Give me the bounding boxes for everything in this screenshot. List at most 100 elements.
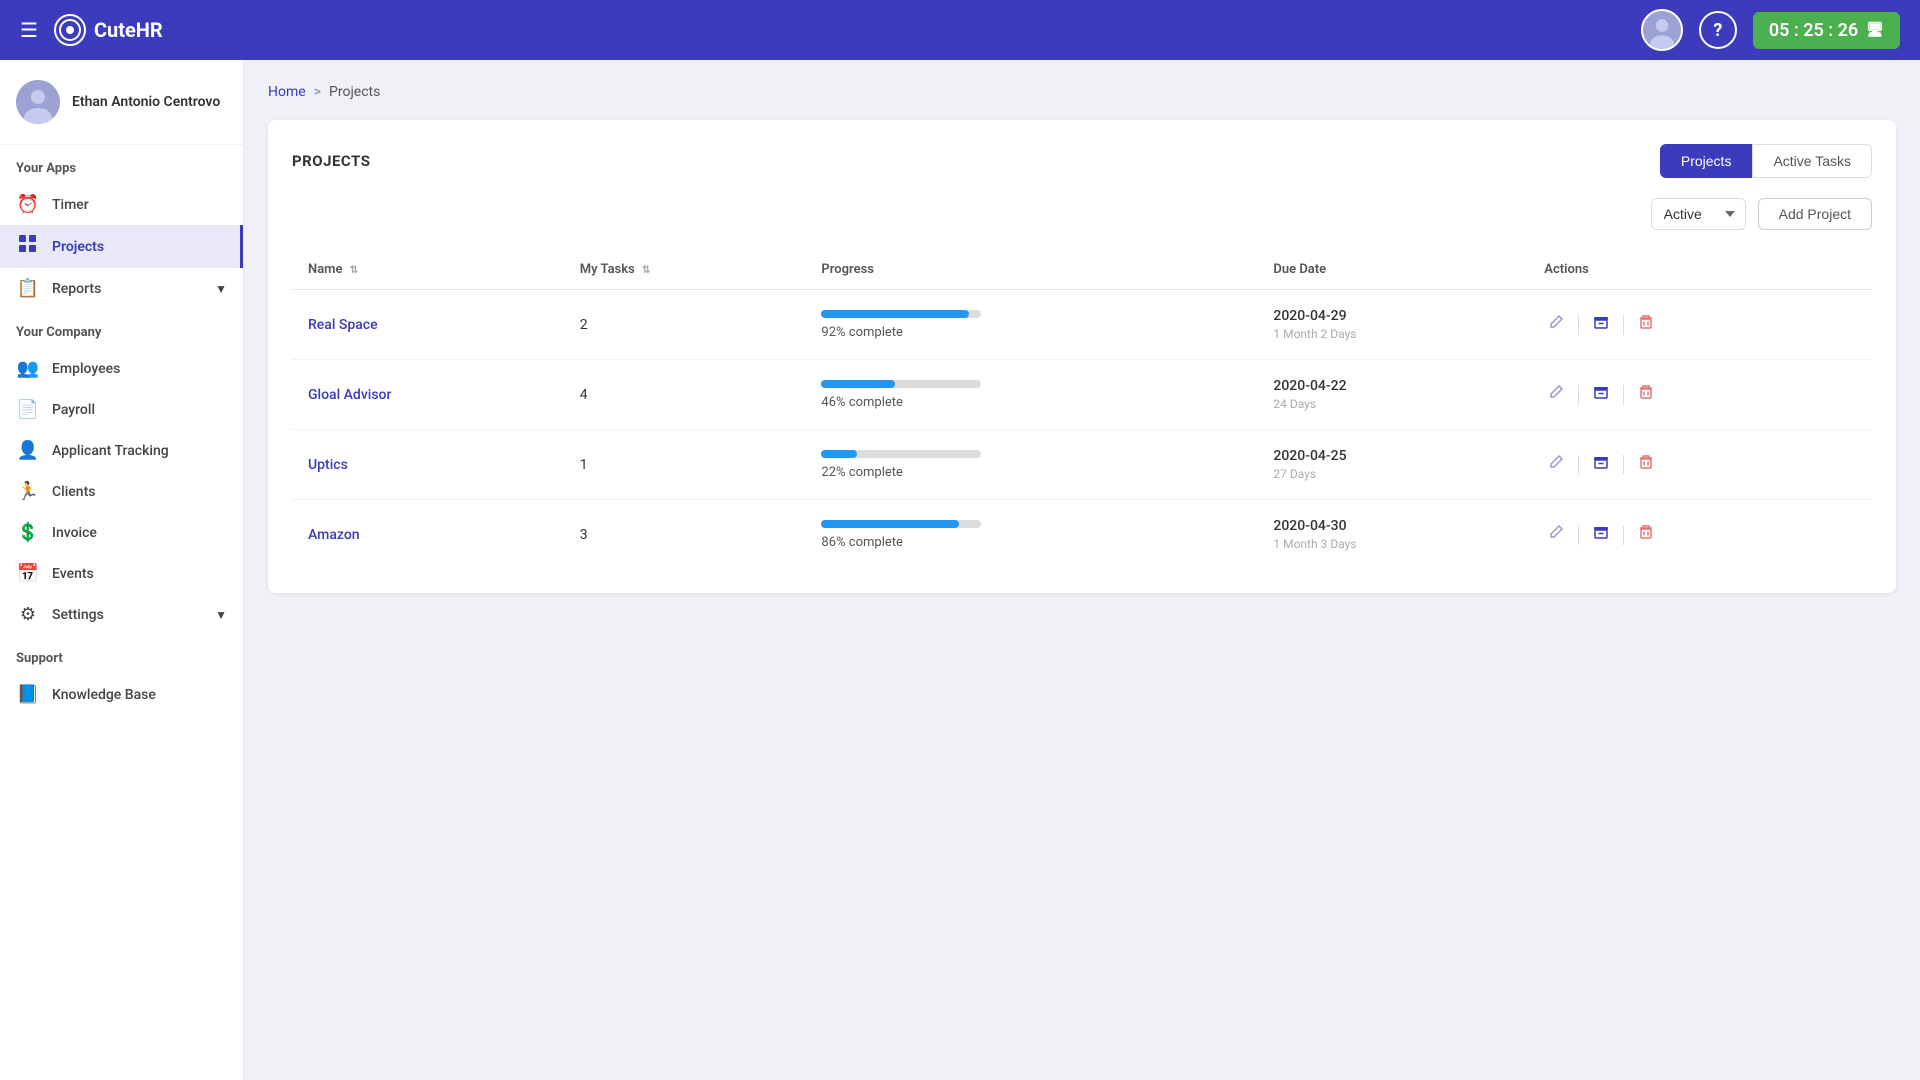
sidebar-clients-label: Clients — [52, 484, 95, 500]
progress-bar-bg — [821, 520, 981, 528]
edit-button[interactable] — [1544, 380, 1568, 409]
card-header: PROJECTS Projects Active Tasks — [292, 144, 1872, 178]
sidebar-settings-label: Settings — [52, 607, 104, 623]
project-name-cell: Real Space — [292, 290, 564, 360]
archive-button[interactable] — [1589, 380, 1613, 409]
progress-cell: 46% complete — [805, 360, 1257, 430]
sidebar-item-clients[interactable]: 🏃 Clients — [0, 471, 243, 512]
delete-button[interactable] — [1634, 520, 1658, 549]
reports-icon: 📋 — [16, 278, 40, 299]
table-row: Amazon3 86% complete 2020-04-30 1 Month … — [292, 500, 1872, 570]
table-row: Gloal Advisor 4 46% complete 2020-04-22 2… — [292, 360, 1872, 430]
logo-text: CuteHR — [94, 18, 163, 42]
archive-button[interactable] — [1589, 520, 1613, 549]
sidebar-item-applicant-tracking[interactable]: 👤 Applicant Tracking — [0, 430, 243, 471]
progress-label: 86% complete — [821, 535, 902, 550]
timer-badge: 05 : 25 : 26 🖥 — [1753, 12, 1900, 49]
knowledge-base-icon: 📘 — [16, 684, 40, 705]
sidebar-item-projects[interactable]: Projects — [0, 225, 243, 268]
project-link-gloal-advisor[interactable]: Gloal Advisor — [308, 387, 391, 403]
progress-bar-fill — [821, 450, 856, 458]
tab-buttons: Projects Active Tasks — [1660, 144, 1872, 178]
tasks-sort-icon[interactable]: ⇅ — [642, 265, 650, 276]
actions-wrap — [1544, 380, 1856, 409]
action-divider — [1578, 385, 1579, 405]
edit-button[interactable] — [1544, 520, 1568, 549]
project-link-real-space[interactable]: Real Space — [308, 317, 378, 333]
sidebar-item-employees[interactable]: 👥 Employees — [0, 348, 243, 389]
sidebar-item-knowledge-base[interactable]: 📘 Knowledge Base — [0, 674, 243, 715]
my-tasks-cell: 3 — [564, 500, 806, 570]
sidebar-employees-label: Employees — [52, 361, 120, 377]
breadcrumb: Home > Projects — [268, 84, 1896, 100]
actions-wrap — [1544, 310, 1856, 339]
applicant-tracking-icon: 👤 — [16, 440, 40, 461]
actions-wrap — [1544, 450, 1856, 479]
progress-bar-fill — [821, 380, 895, 388]
col-header-actions: Actions — [1528, 250, 1872, 290]
tab-active-tasks[interactable]: Active Tasks — [1752, 144, 1872, 178]
sidebar: Ethan Antonio Centrovo Your Apps ⏰ Timer… — [0, 60, 244, 1080]
projects-title: PROJECTS — [292, 152, 370, 170]
main-content: Home > Projects PROJECTS Projects Active… — [244, 60, 1920, 1080]
delete-button[interactable] — [1634, 450, 1658, 479]
edit-button[interactable] — [1544, 450, 1568, 479]
progress-cell: 22% complete — [805, 430, 1257, 500]
clients-icon: 🏃 — [16, 481, 40, 502]
actions-cell — [1528, 430, 1872, 500]
progress-wrap: 92% complete — [821, 310, 1241, 340]
progress-wrap: 86% complete — [821, 520, 1241, 550]
edit-button[interactable] — [1544, 310, 1568, 339]
progress-label: 22% complete — [821, 465, 902, 480]
archive-button[interactable] — [1589, 310, 1613, 339]
delete-button[interactable] — [1634, 380, 1658, 409]
sidebar-item-events[interactable]: 📅 Events — [0, 553, 243, 594]
due-date-sub: 1 Month 2 Days — [1273, 327, 1512, 341]
sidebar-projects-label: Projects — [52, 239, 104, 255]
delete-button[interactable] — [1634, 310, 1658, 339]
sidebar-item-invoice[interactable]: 💲 Invoice — [0, 512, 243, 553]
due-date-sub: 1 Month 3 Days — [1273, 537, 1512, 551]
breadcrumb-home[interactable]: Home — [268, 84, 306, 100]
payroll-icon: 📄 — [16, 399, 40, 420]
help-icon[interactable]: ? — [1699, 11, 1737, 49]
col-header-name: Name ⇅ — [292, 250, 564, 290]
action-divider — [1623, 455, 1624, 475]
progress-bar-fill — [821, 520, 959, 528]
progress-bar-bg — [821, 310, 981, 318]
logo-icon — [54, 14, 86, 46]
my-tasks-cell: 4 — [564, 360, 806, 430]
due-date-cell: 2020-04-22 24 Days — [1257, 360, 1528, 430]
hamburger-icon[interactable]: ☰ — [20, 18, 38, 42]
due-date-main: 2020-04-22 — [1273, 378, 1512, 394]
user-name: Ethan Antonio Centrovo — [72, 94, 220, 110]
project-link-uptics[interactable]: Uptics — [308, 457, 348, 473]
sidebar-payroll-label: Payroll — [52, 402, 95, 418]
due-date-cell: 2020-04-29 1 Month 2 Days — [1257, 290, 1528, 360]
sidebar-item-timer[interactable]: ⏰ Timer — [0, 184, 243, 225]
status-filter[interactable]: Active Inactive All — [1651, 198, 1746, 230]
tab-projects[interactable]: Projects — [1660, 144, 1753, 178]
project-name-cell: Gloal Advisor — [292, 360, 564, 430]
due-date-main: 2020-04-25 — [1273, 448, 1512, 464]
name-sort-icon[interactable]: ⇅ — [350, 265, 358, 276]
sidebar-timer-label: Timer — [52, 197, 89, 213]
sidebar-item-reports[interactable]: 📋 Reports ▼ — [0, 268, 243, 309]
logo-area: CuteHR — [54, 14, 163, 46]
my-tasks-cell: 1 — [564, 430, 806, 500]
action-divider — [1578, 315, 1579, 335]
sidebar-applicant-label: Applicant Tracking — [52, 443, 169, 459]
user-avatar-topnav[interactable] — [1641, 9, 1683, 51]
project-link-amazon[interactable]: Amazon — [308, 527, 360, 543]
invoice-icon: 💲 — [16, 522, 40, 543]
action-divider — [1623, 525, 1624, 545]
sidebar-item-payroll[interactable]: 📄 Payroll — [0, 389, 243, 430]
actions-wrap — [1544, 520, 1856, 549]
toolbar: Active Inactive All Add Project — [292, 198, 1872, 230]
sidebar-item-settings[interactable]: ⚙ Settings ▼ — [0, 594, 243, 635]
user-area: Ethan Antonio Centrovo — [0, 60, 243, 145]
add-project-button[interactable]: Add Project — [1758, 198, 1872, 230]
archive-button[interactable] — [1589, 450, 1613, 479]
sidebar-invoice-label: Invoice — [52, 525, 97, 541]
employees-icon: 👥 — [16, 358, 40, 379]
